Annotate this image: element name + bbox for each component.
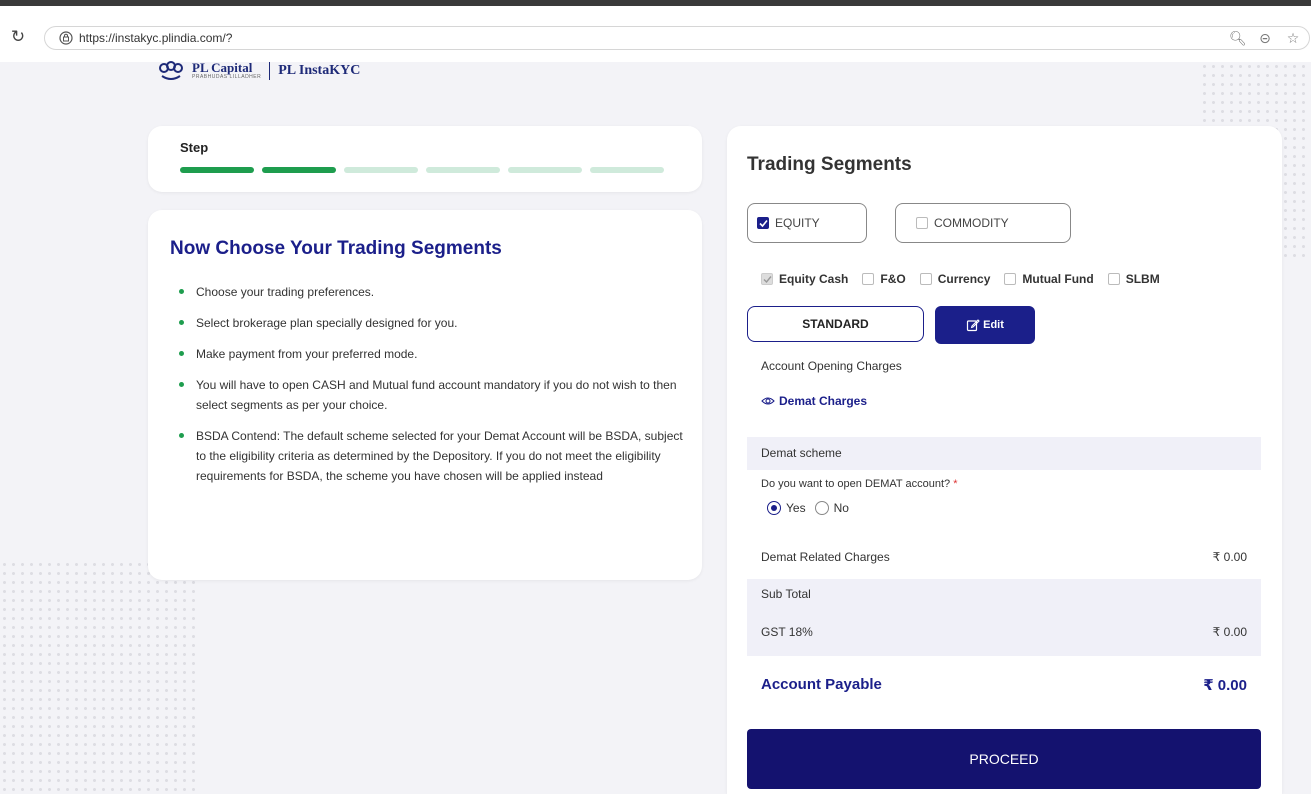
sub-option-fno[interactable]: F&O <box>862 272 906 286</box>
instructions-card: Now Choose Your Trading Segments Choose … <box>148 210 702 580</box>
account-opening-charges-label: Account Opening Charges <box>761 359 902 373</box>
list-item: Make payment from your preferred mode. <box>174 344 684 364</box>
gst-label: GST 18% <box>761 625 813 639</box>
required-marker: * <box>953 478 958 490</box>
mutual-fund-checkbox[interactable] <box>1004 273 1017 285</box>
bookmark-star-icon[interactable]: ☆ <box>1285 29 1301 47</box>
sub-option-label: Equity Cash <box>779 272 849 286</box>
demat-question-text: Do you want to open DEMAT account? <box>761 478 951 490</box>
demat-no-radio[interactable] <box>814 501 829 515</box>
slbm-checkbox[interactable] <box>1107 273 1120 285</box>
payable-label: Account Payable <box>761 676 882 693</box>
url-text[interactable]: https://instakyc.plindia.com/? <box>79 31 232 45</box>
edit-plan-button[interactable]: Edit <box>935 306 1035 344</box>
logo-mark-icon <box>159 61 183 80</box>
site-info-icon[interactable] <box>59 31 73 45</box>
list-item: Choose your trading preferences. <box>174 282 684 302</box>
edit-icon <box>967 319 980 332</box>
charge-value: ₹ 0.00 <box>1212 550 1247 564</box>
brokerage-plan-display[interactable]: STANDARD <box>747 306 924 342</box>
check-icon <box>758 219 768 227</box>
segments-title: Trading Segments <box>747 154 912 175</box>
sub-option-label: F&O <box>880 272 906 286</box>
logo-product-text: PL InstaKYC <box>278 63 361 78</box>
sub-option-label: Currency <box>937 272 991 286</box>
edit-label: Edit <box>983 319 1004 331</box>
check-icon <box>763 275 772 283</box>
step-bar-complete <box>262 167 336 173</box>
gst-row: GST 18% ₹ 0.00 <box>761 625 1247 639</box>
trading-segments-card: Trading Segments EQUITY COMMODITY Equity… <box>727 126 1282 794</box>
sub-total-section: Sub Total <box>747 579 1261 656</box>
list-item-text: Select brokerage plan specially designed… <box>196 316 458 330</box>
bullet-icon <box>179 289 184 294</box>
demat-related-charges-row: Demat Related Charges ₹ 0.00 <box>761 550 1247 564</box>
page-title: Now Choose Your Trading Segments <box>170 238 502 259</box>
commodity-checkbox[interactable] <box>916 217 928 229</box>
step-bar-complete <box>180 167 254 173</box>
logo-tagline: PRABHUDAS LILLADHER <box>192 74 262 80</box>
address-bar[interactable]: https://instakyc.plindia.com/? 🔍︎ ⊝ ☆ <box>44 26 1310 50</box>
sub-option-mutual-fund[interactable]: Mutual Fund <box>1004 272 1094 286</box>
logo-divider <box>269 62 271 80</box>
list-item-text: Make payment from your preferred mode. <box>196 347 418 361</box>
bullet-icon <box>179 433 184 438</box>
step-bar-pending <box>508 167 582 173</box>
sub-segment-options: Equity Cash F&O Currency Mutual Fund SLB… <box>761 272 1174 286</box>
list-item-text: You will have to open CASH and Mutual fu… <box>196 378 677 412</box>
equity-segment-option[interactable]: EQUITY <box>747 203 867 243</box>
sub-option-currency[interactable]: Currency <box>919 272 991 286</box>
fno-checkbox[interactable] <box>862 273 875 285</box>
account-payable-row: Account Payable ₹ 0.00 <box>761 676 1247 694</box>
list-item: BSDA Contend: The default scheme selecte… <box>174 426 684 486</box>
zoom-out-icon[interactable]: ⊝ <box>1257 29 1273 47</box>
step-progress-bars <box>180 167 664 173</box>
list-item-text: Choose your trading preferences. <box>196 285 375 299</box>
charge-label: Demat Related Charges <box>761 550 890 564</box>
instructions-list: Choose your trading preferences. Select … <box>174 282 684 497</box>
currency-checkbox[interactable] <box>919 273 932 285</box>
bullet-icon <box>179 382 184 387</box>
equity-label: EQUITY <box>775 216 820 230</box>
step-bar-pending <box>344 167 418 173</box>
sub-option-label: SLBM <box>1125 272 1160 286</box>
sub-option-equity-cash[interactable]: Equity Cash <box>761 272 848 286</box>
demat-yes-radio[interactable] <box>767 501 781 515</box>
sub-total-label: Sub Total <box>761 587 811 601</box>
yes-label[interactable]: Yes <box>786 501 806 515</box>
step-bar-pending <box>590 167 664 173</box>
equity-cash-checkbox <box>761 273 773 285</box>
reload-icon[interactable]: ↻ <box>8 27 28 47</box>
eye-icon <box>761 397 775 405</box>
logo-brand-text: PL Capital <box>192 60 253 75</box>
brand-logo: PL Capital PRABHUDAS LILLADHER PL InstaK… <box>158 56 360 86</box>
demat-scheme-header: Demat scheme <box>747 437 1261 470</box>
demat-radio-group: Yes No <box>767 501 849 515</box>
step-label: Step <box>180 140 209 155</box>
commodity-segment-option[interactable]: COMMODITY <box>895 203 1071 243</box>
gst-value: ₹ 0.00 <box>1212 625 1247 639</box>
step-bar-pending <box>426 167 500 173</box>
list-item: Select brokerage plan specially designed… <box>174 313 684 333</box>
commodity-label: COMMODITY <box>934 216 1009 230</box>
list-item: You will have to open CASH and Mutual fu… <box>174 375 684 415</box>
bullet-icon <box>179 351 184 356</box>
zoom-icon[interactable]: 🔍︎ <box>1229 29 1247 47</box>
demat-question: Do you want to open DEMAT account? * <box>761 478 958 490</box>
proceed-button[interactable]: PROCEED <box>747 729 1261 789</box>
background-dot-pattern <box>0 560 200 794</box>
demat-scheme-label: Demat scheme <box>761 446 842 460</box>
payable-value: ₹ 0.00 <box>1203 677 1247 694</box>
sub-option-slbm[interactable]: SLBM <box>1107 272 1160 286</box>
list-item-text: BSDA Contend: The default scheme selecte… <box>196 429 683 483</box>
equity-checkbox[interactable] <box>757 217 769 229</box>
no-label[interactable]: No <box>834 501 849 515</box>
sub-option-label: Mutual Fund <box>1022 272 1094 286</box>
demat-charges-text: Demat Charges <box>779 394 868 408</box>
demat-charges-link[interactable]: Demat Charges <box>761 394 867 408</box>
bullet-icon <box>179 320 184 325</box>
browser-toolbar: ↻ https://instakyc.plindia.com/? 🔍︎ ⊝ ☆ <box>0 0 1311 62</box>
step-progress-card: Step <box>148 126 702 192</box>
